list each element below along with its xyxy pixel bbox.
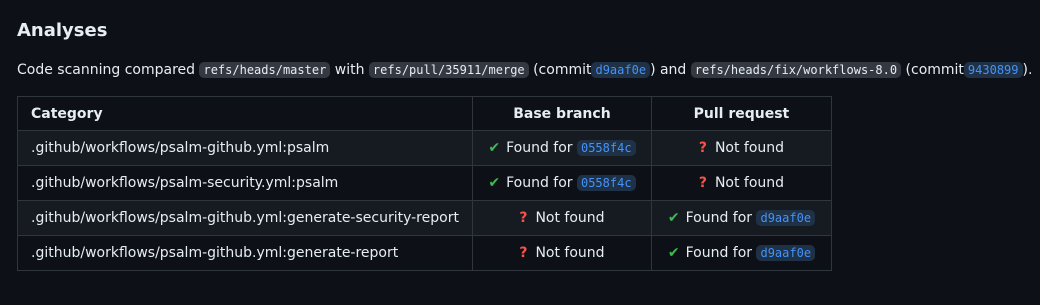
status-text: Found for [685, 245, 753, 261]
status-text: Found for [506, 140, 573, 156]
summary-prefix: Code scanning compared [17, 62, 196, 78]
summary-commit-open-1: (commit [533, 62, 592, 78]
pull-request-cell: ✔ Found for d9aaf0e [650, 235, 832, 271]
header-category: Category [17, 96, 473, 131]
status-text: Found for [506, 175, 573, 191]
commit-link[interactable]: d9aaf0e [756, 210, 816, 226]
category-cell: .github/workflows/psalm-github.yml:gener… [17, 200, 473, 236]
pull-request-cell: ✔ Found for d9aaf0e [650, 200, 832, 236]
table-row: .github/workflows/psalm-security.yml:psa… [17, 165, 832, 201]
status-text: Not found [714, 175, 785, 191]
category-cell: .github/workflows/psalm-github.yml:gener… [17, 235, 473, 271]
section-title: Analyses [17, 20, 108, 41]
header-pull-request: Pull request [650, 96, 832, 131]
table-header-row: Category Base branch Pull request [17, 96, 832, 131]
check-icon: ✔ [488, 140, 501, 156]
commit-link-2[interactable]: 9430899 [963, 62, 1023, 78]
summary-and: ) and [650, 62, 687, 78]
summary-with: with [334, 62, 365, 78]
status-text: Not found [535, 210, 605, 226]
table-row: .github/workflows/psalm-github.yml:psalm… [17, 130, 832, 166]
pull-request-cell: ? Not found [650, 130, 832, 166]
comparison-summary: Code scanning compared refs/heads/master… [17, 59, 1032, 81]
base-ref-code: refs/heads/master [199, 62, 331, 78]
status-text: Not found [535, 245, 605, 261]
commit-link-1[interactable]: d9aaf0e [591, 62, 651, 78]
header-base-branch: Base branch [471, 96, 652, 131]
summary-suffix: ). [1022, 62, 1033, 78]
table-row: .github/workflows/psalm-github.yml:gener… [17, 235, 832, 271]
category-cell: .github/workflows/psalm-security.yml:psa… [17, 165, 473, 201]
commit-link[interactable]: 0558f4c [576, 175, 636, 191]
check-icon: ✔ [488, 175, 501, 191]
head-ref-code: refs/pull/35911/merge [368, 62, 529, 78]
question-icon: ? [698, 140, 707, 156]
table-row: .github/workflows/psalm-github.yml:gener… [17, 200, 832, 236]
question-icon: ? [519, 245, 528, 261]
commit-link[interactable]: d9aaf0e [756, 245, 816, 261]
status-text: Found for [685, 210, 753, 226]
status-text: Not found [714, 140, 785, 156]
summary-commit-open-2: (commit [905, 62, 964, 78]
check-icon: ✔ [667, 210, 680, 226]
analyses-table: Category Base branch Pull request .githu… [17, 96, 832, 271]
pull-request-cell: ? Not found [650, 165, 832, 201]
question-icon: ? [519, 210, 528, 226]
base-branch-cell: ? Not found [471, 235, 652, 271]
base-branch-cell: ✔ Found for 0558f4c [471, 130, 652, 166]
base-branch-cell: ✔ Found for 0558f4c [471, 165, 652, 201]
third-ref-code: refs/heads/fix/workflows-8.0 [690, 62, 902, 78]
category-cell: .github/workflows/psalm-github.yml:psalm [17, 130, 473, 166]
question-icon: ? [698, 175, 707, 191]
base-branch-cell: ? Not found [471, 200, 652, 236]
check-icon: ✔ [667, 245, 680, 261]
commit-link[interactable]: 0558f4c [576, 140, 636, 156]
